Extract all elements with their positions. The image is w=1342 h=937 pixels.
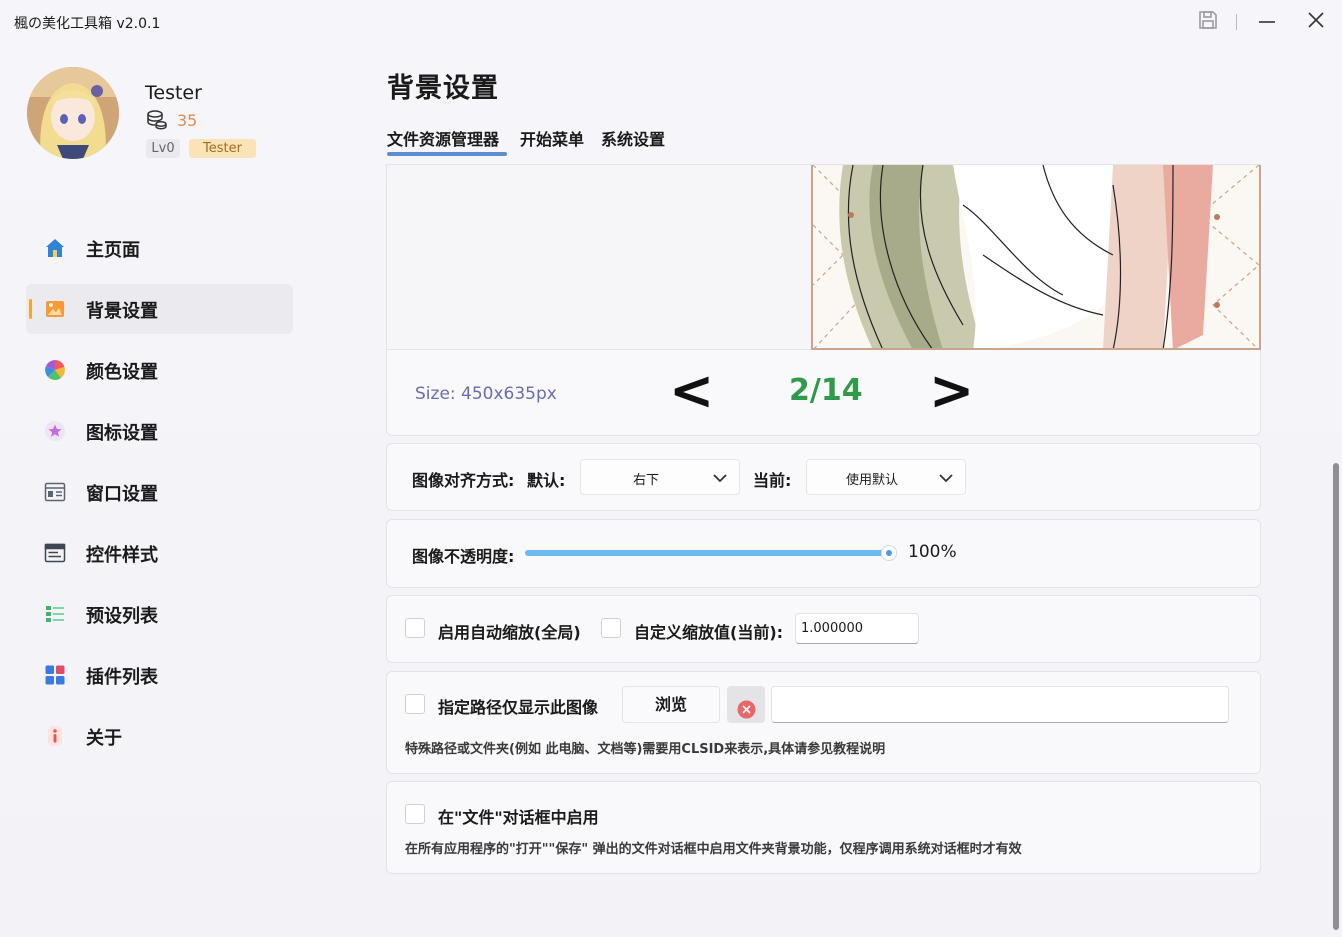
color-wheel-icon [44,359,66,381]
info-icon [44,725,66,747]
auto-scale-checkbox[interactable] [405,618,425,638]
file-dialog-checkbox[interactable] [405,804,425,824]
save-button[interactable] [1190,8,1226,36]
alignment-card: 图像对齐方式: 默认: 右下 当前: 使用默认 [386,443,1261,511]
path-filter-hint: 特殊路径或文件夹(例如 此电脑、文档等)需要用CLSID来表示,具体请参见教程说… [405,742,886,757]
opacity-label: 图像不透明度: [412,547,515,566]
clear-path-button[interactable] [727,686,765,723]
chevron-down-icon [711,469,729,487]
image-size-text: Size: 450x635px [415,384,557,404]
sidebar-item-about[interactable]: 关于 [26,711,293,761]
close-icon [1306,10,1326,34]
sidebar-item-control-style[interactable]: 控件样式 [26,528,293,578]
close-button[interactable] [1298,8,1334,36]
path-filter-label: 指定路径仅显示此图像 [438,698,599,717]
plugin-grid-icon [44,664,66,686]
file-dialog-label: 在"文件"对话框中启用 [438,808,599,827]
window-icon [44,481,66,503]
default-alignment-value: 右下 [632,473,659,488]
sidebar-item-label: 主页面 [86,240,140,261]
titlebar-separator [1236,14,1237,30]
chevron-down-icon [937,469,955,487]
sidebar-item-label: 图标设置 [86,423,158,444]
app-title: 楓の美化工具箱 v2.0.1 [14,16,161,32]
custom-scale-input[interactable] [795,613,919,644]
tab-start-menu[interactable]: 开始菜单 [520,126,584,150]
sidebar-item-window[interactable]: 窗口设置 [26,467,293,517]
main-scrollbar[interactable] [1333,463,1339,930]
minimize-button[interactable] [1249,8,1285,36]
custom-scale-label: 自定义缩放值(当前): [634,623,784,642]
auto-scale-label: 启用自动缩放(全局) [438,623,581,642]
sidebar-item-label: 预设列表 [86,606,158,627]
avatar[interactable] [27,67,119,159]
app-window: 楓の美化工具箱 v2.0.1 Tester 35 Lv0 Tester 主页面 … [0,0,1342,937]
sidebar-item-label: 背景设置 [86,301,158,322]
path-input[interactable] [771,686,1229,723]
title-badge: Tester [189,139,256,158]
file-dialog-hint: 在所有应用程序的"打开""保存" 弹出的文件对话框中启用文件夹背景功能，仅程序调… [405,842,1022,857]
preview-card: Size: 450x635px < 2/14 > [386,164,1261,436]
star-icon [44,420,66,442]
user-name: Tester [145,82,202,104]
control-style-icon [44,542,66,564]
coin-stack-icon [146,109,168,131]
sidebar-item-color[interactable]: 颜色设置 [26,345,293,395]
alignment-current-label: 当前: [753,471,792,490]
page-title: 背景设置 [387,73,499,104]
path-filter-checkbox[interactable] [405,694,425,714]
background-preview-image [811,165,1261,350]
sidebar-item-label: 插件列表 [86,667,158,688]
sidebar-item-plugins[interactable]: 插件列表 [26,650,293,700]
sidebar-item-home[interactable]: 主页面 [26,223,293,273]
opacity-slider-handle[interactable] [881,545,897,561]
current-alignment-select[interactable]: 使用默认 [806,459,966,495]
sidebar-item-background[interactable]: 背景设置 [26,284,293,334]
title-bar: 楓の美化工具箱 v2.0.1 [0,0,1342,44]
default-alignment-select[interactable]: 右下 [580,459,740,495]
level-badge: Lv0 [146,139,180,158]
list-icon [44,603,66,625]
alignment-default-label: 默认: [527,471,566,490]
previous-image-button[interactable]: < [669,361,714,421]
next-image-button[interactable]: > [929,361,974,421]
tab-system-settings[interactable]: 系统设置 [601,126,665,150]
sidebar-item-icon[interactable]: 图标设置 [26,406,293,456]
minimize-icon [1257,10,1277,34]
coin-count: 35 [177,111,198,130]
image-icon [44,298,66,320]
opacity-value: 100% [908,542,957,562]
path-filter-card: 指定路径仅显示此图像 浏览 特殊路径或文件夹(例如 此电脑、文档等)需要用CLS… [386,671,1261,774]
scaling-card: 启用自动缩放(全局) 自定义缩放值(当前): [386,595,1261,663]
clear-icon [737,696,756,731]
sidebar-item-label: 窗口设置 [86,484,158,505]
image-page-indicator: 2/14 [789,373,863,408]
sidebar-item-label: 关于 [86,728,122,749]
save-icon [1197,9,1219,35]
file-dialog-card: 在"文件"对话框中启用 在所有应用程序的"打开""保存" 弹出的文件对话框中启用… [386,781,1261,874]
opacity-slider-track[interactable] [525,550,889,556]
sidebar-item-label: 控件样式 [86,545,158,566]
alignment-label: 图像对齐方式: [412,471,515,490]
opacity-card: 图像不透明度: 100% [386,519,1261,588]
tab-file-explorer[interactable]: 文件资源管理器 [387,126,499,150]
active-tab-indicator [387,152,507,156]
home-icon [44,237,66,259]
custom-scale-checkbox[interactable] [601,618,621,638]
sidebar-item-presets[interactable]: 预设列表 [26,589,293,639]
sidebar-item-label: 颜色设置 [86,362,158,383]
current-alignment-value: 使用默认 [845,473,898,488]
browse-button[interactable]: 浏览 [622,686,720,723]
preview-area [387,165,1261,350]
